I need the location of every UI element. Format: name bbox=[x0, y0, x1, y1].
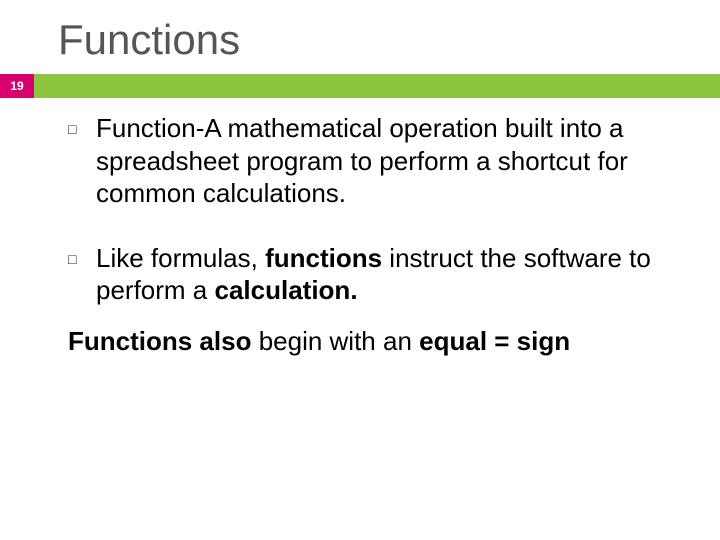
bullet-item: Function-A mathematical operation built … bbox=[68, 112, 678, 210]
bullet-text: Function-A mathematical operation built … bbox=[96, 112, 678, 210]
bullet-marker-icon bbox=[68, 242, 96, 307]
slide: Functions 19 Function-A mathematical ope… bbox=[0, 0, 720, 540]
slide-body: Function-A mathematical operation built … bbox=[0, 98, 720, 357]
accent-bar: 19 bbox=[0, 74, 720, 98]
footer-line: Functions also begin with an equal = sig… bbox=[68, 325, 678, 358]
page-number-badge: 19 bbox=[0, 74, 34, 98]
slide-title: Functions bbox=[0, 0, 720, 74]
bullet-marker-icon bbox=[68, 112, 96, 210]
bullet-item: Like formulas, functions instruct the so… bbox=[68, 242, 678, 307]
bullet-text: Like formulas, functions instruct the so… bbox=[96, 242, 678, 307]
